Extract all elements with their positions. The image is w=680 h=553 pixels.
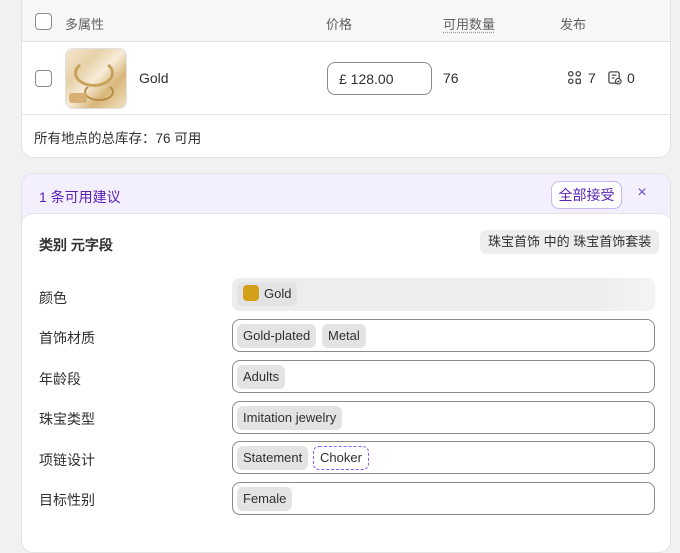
category-metafields-title: 类别 元字段 — [39, 237, 113, 253]
close-icon[interactable]: × — [634, 185, 650, 201]
suggestions-card: 1 条可用建议 全部接受 × 类别 元字段 珠宝首饰 中的 珠宝首饰套装 颜色 … — [21, 173, 671, 553]
available-quantity: 76 — [443, 70, 459, 86]
gold-swatch-icon — [243, 285, 259, 301]
target-gender-field[interactable]: Female — [232, 482, 655, 515]
suggested-tag[interactable]: Choker — [313, 446, 369, 470]
color-tag[interactable]: Gold — [237, 282, 298, 306]
header-available[interactable]: 可用数量 — [443, 14, 495, 33]
catalogs-icon — [608, 71, 622, 85]
target-gender-tag[interactable]: Female — [237, 487, 293, 511]
jewelry-type-tag[interactable]: Imitation jewelry — [237, 406, 343, 430]
age-group-field[interactable]: Adults — [232, 360, 655, 393]
field-label-necklace-design: 项链设计 — [39, 452, 95, 468]
variant-name[interactable]: Gold — [139, 70, 169, 86]
product-thumbnail[interactable] — [65, 48, 127, 109]
field-label-color: 颜色 — [39, 290, 67, 306]
header-attributes: 多属性 — [65, 17, 105, 32]
material-tag[interactable]: Metal — [322, 324, 366, 348]
category-badge: 珠宝首饰 中的 珠宝首饰套装 — [480, 230, 660, 254]
table-row[interactable]: Gold £ 128.00 76 7 0 — [22, 42, 670, 115]
header-publish: 发布 — [560, 17, 587, 32]
jewelry-type-field[interactable]: Imitation jewelry — [232, 401, 655, 434]
select-all-checkbox[interactable] — [35, 13, 52, 30]
material-field[interactable]: Gold-plated Metal — [232, 319, 655, 352]
color-field[interactable]: Gold — [232, 278, 655, 311]
age-group-tag[interactable]: Adults — [237, 365, 286, 389]
variants-card: 多属性 价格 可用数量 发布 Gold £ 128.00 76 7 0 所有地点… — [21, 0, 671, 158]
necklace-design-field[interactable]: Statement Choker — [232, 441, 655, 474]
field-label-target-gender: 目标性别 — [39, 492, 95, 508]
suggestions-count: 1 条可用建议 — [39, 189, 121, 205]
metafields-panel: 类别 元字段 珠宝首饰 中的 珠宝首饰套装 颜色 Gold 首饰材质 Gold-… — [22, 213, 670, 552]
necklace-design-tag[interactable]: Statement — [237, 446, 309, 470]
total-inventory: 所有地点的总库存：76 可用 — [34, 131, 202, 146]
field-label-age-group: 年龄段 — [39, 371, 81, 387]
table-header: 多属性 价格 可用数量 发布 — [22, 0, 670, 42]
material-tag[interactable]: Gold-plated — [237, 324, 317, 348]
accept-all-button[interactable]: 全部接受 — [551, 181, 622, 209]
field-label-jewelry-type: 珠宝类型 — [39, 411, 95, 427]
catalogs-count[interactable]: 0 — [627, 70, 635, 86]
sales-channels-icon — [567, 70, 582, 85]
field-label-material: 首饰材质 — [39, 330, 95, 346]
price-input[interactable]: £ 128.00 — [327, 62, 432, 95]
header-price: 价格 — [326, 17, 353, 32]
channels-count[interactable]: 7 — [588, 70, 596, 86]
row-checkbox[interactable] — [35, 70, 52, 87]
